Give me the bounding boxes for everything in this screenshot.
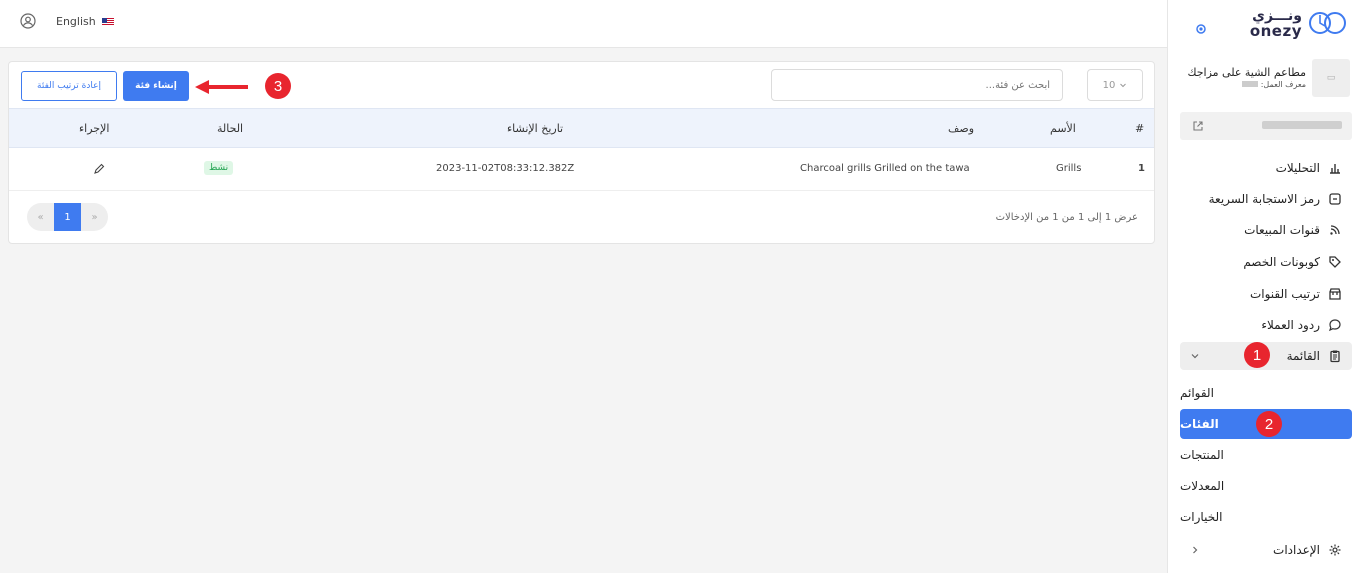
sidebar-item-label: ترتيب القنوات — [1249, 287, 1320, 301]
sidebar: ونـــزي onezy مطاعم الشية على مزاجك معرف… — [1167, 0, 1359, 573]
sidebar-item-label: ردود العملاء — [1261, 318, 1320, 332]
pagination-summary: عرض 1 إلى 1 من 1 من الإدخالات — [995, 212, 1138, 223]
top-bar: English — [0, 0, 1167, 48]
chevron-right-icon — [1193, 546, 1198, 554]
store-link-url — [1262, 121, 1342, 129]
logo-latin-text: onezy — [1249, 22, 1302, 40]
sidebar-item-feedback[interactable]: ردود العملاء — [1180, 311, 1352, 339]
sidebar-item-label: الإعدادات — [1273, 543, 1320, 557]
annotation-step-2: 2 — [1256, 411, 1282, 437]
store-thumbnail: ▭ — [1312, 59, 1350, 97]
store-icon — [1329, 288, 1341, 300]
language-switcher[interactable]: English — [56, 15, 114, 28]
row-created: 2023-11-02T08:33:12.382Z — [436, 163, 575, 174]
page-size-value: 10 — [1102, 79, 1116, 91]
pagination-prev[interactable]: « — [27, 203, 54, 231]
annotation-step-3: 3 — [265, 73, 291, 99]
chart-icon — [1330, 164, 1340, 174]
store-link[interactable] — [1180, 112, 1352, 140]
create-category-button[interactable]: إنشاء فئة — [123, 71, 189, 101]
status-badge: نشط — [204, 161, 234, 175]
sidebar-item-coupons[interactable]: كوبونات الخصم — [1180, 248, 1352, 276]
col-name: الأسم — [1050, 122, 1076, 135]
us-flag-icon — [101, 17, 114, 26]
store-name: مطاعم الشية على مزاجك — [1187, 66, 1306, 79]
store-id: معرف العمل: — [1242, 80, 1306, 89]
annotation-arrow — [195, 80, 248, 94]
table-header: # الأسم وصف تاريخ الإنشاء الحالة الإجراء — [9, 108, 1154, 148]
sidebar-item-analytics[interactable]: التحليلات — [1180, 154, 1352, 182]
store-card[interactable]: مطاعم الشية على مزاجك معرف العمل: ▭ — [1182, 58, 1352, 98]
tag-icon — [1329, 256, 1341, 268]
col-status: الحالة — [217, 122, 244, 135]
col-index: # — [1135, 122, 1145, 135]
chat-icon — [1328, 319, 1341, 332]
sidebar-subitem-menus[interactable]: القوائم — [1180, 379, 1352, 407]
sidebar-toggle-icon[interactable] — [1196, 24, 1206, 34]
sidebar-subitem-options[interactable]: الخيارات — [1180, 503, 1352, 531]
col-created: تاريخ الإنشاء — [507, 122, 564, 135]
qr-icon — [1329, 193, 1341, 205]
row-name: Grills — [1056, 163, 1082, 174]
table-row: 1 Grills Charcoal grills Grilled on the … — [9, 148, 1154, 191]
row-description: Charcoal grills Grilled on the tawa — [800, 163, 970, 174]
clipboard-icon — [1330, 350, 1340, 363]
language-label: English — [56, 15, 96, 28]
sidebar-subitem-products[interactable]: المنتجات — [1180, 441, 1352, 469]
rss-icon — [1330, 225, 1340, 235]
sidebar-item-channel-order[interactable]: ترتيب القنوات — [1180, 280, 1352, 308]
sidebar-subitem-modifiers[interactable]: المعدلات — [1180, 472, 1352, 500]
edit-pencil-icon[interactable] — [93, 163, 105, 175]
col-action: الإجراء — [79, 122, 110, 135]
sidebar-item-label: التحليلات — [1275, 161, 1320, 175]
sidebar-item-label: القائمة — [1286, 349, 1320, 363]
sidebar-item-label: قنوات المبيعات — [1244, 223, 1320, 237]
pagination-next[interactable]: » — [81, 203, 108, 231]
search-input[interactable] — [771, 69, 1063, 101]
gear-icon — [1329, 544, 1341, 556]
reorder-categories-button[interactable]: إعادة ترتيب الفئة — [21, 71, 117, 101]
annotation-step-1: 1 — [1244, 342, 1270, 368]
user-circle-icon[interactable] — [20, 13, 36, 29]
logo: ونـــزي onezy — [1168, 8, 1359, 40]
sidebar-item-label: كوبونات الخصم — [1243, 255, 1320, 269]
sidebar-item-sales-channels[interactable]: قنوات المبيعات — [1180, 216, 1352, 244]
pagination: « 1 » — [27, 203, 108, 231]
sidebar-item-settings[interactable]: الإعدادات — [1180, 536, 1352, 564]
row-index: 1 — [1138, 163, 1145, 174]
page-size-select[interactable]: 10 — [1087, 69, 1143, 101]
categories-card: إعادة ترتيب الفئة إنشاء فئة 3 10 # الأسم… — [8, 61, 1155, 244]
sidebar-item-label: رمز الاستجابة السريعة — [1208, 192, 1320, 206]
chevron-down-icon — [1191, 354, 1199, 359]
col-description: وصف — [948, 122, 975, 135]
pagination-page[interactable]: 1 — [54, 203, 81, 231]
external-link-icon[interactable] — [1192, 120, 1204, 132]
sidebar-item-qr[interactable]: رمز الاستجابة السريعة — [1180, 185, 1352, 213]
logo-mark-icon — [1309, 12, 1346, 34]
chevron-down-icon — [1120, 83, 1127, 88]
